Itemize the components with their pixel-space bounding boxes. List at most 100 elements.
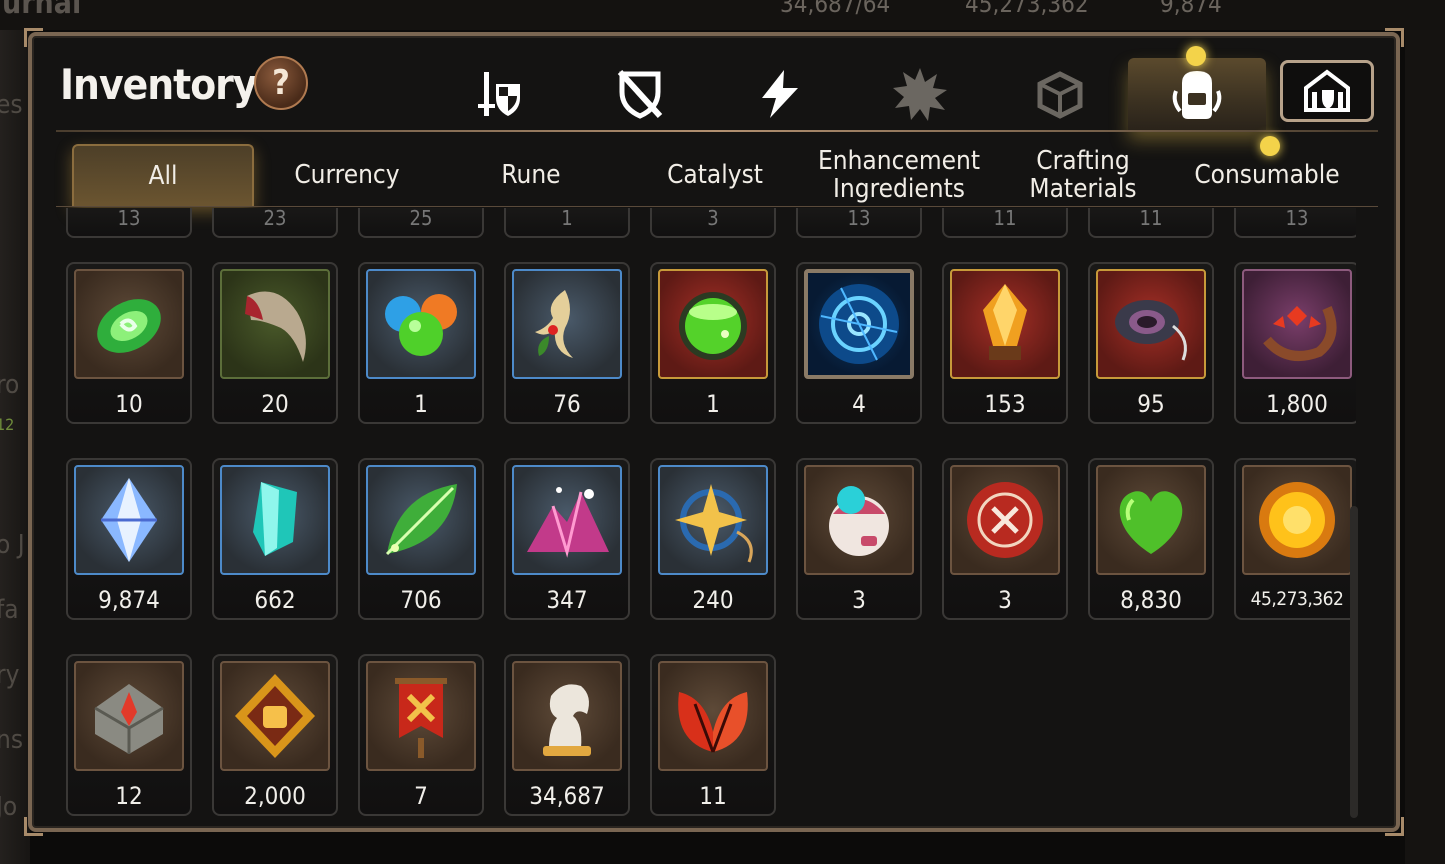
- inventory-slot[interactable]: 1: [650, 262, 776, 424]
- green-eye-gem-icon: [74, 269, 184, 379]
- tab-artifact[interactable]: [884, 58, 956, 130]
- background-title-fragment: urnal: [2, 0, 82, 21]
- background-fragment: fa: [0, 595, 19, 625]
- inventory-slot[interactable]: 95: [1088, 262, 1214, 424]
- item-count: 25: [409, 208, 433, 230]
- splat-icon: [893, 68, 947, 121]
- item-count: 706: [400, 586, 442, 614]
- inventory-slot[interactable]: 1,800: [1234, 262, 1356, 424]
- inventory-slot[interactable]: 10: [66, 262, 192, 424]
- background-fragment: o J: [0, 530, 25, 560]
- inventory-slot[interactable]: 3: [942, 458, 1068, 620]
- help-button[interactable]: ?: [254, 56, 308, 110]
- banner-icon: [366, 661, 476, 771]
- inventory-slot-partial[interactable]: 13: [796, 208, 922, 238]
- claw-icon: [220, 269, 330, 379]
- inventory-slot[interactable]: 662: [212, 458, 338, 620]
- item-count: 4: [852, 390, 866, 418]
- inventory-slot-partial[interactable]: 13: [1234, 208, 1356, 238]
- scrollbar[interactable]: [1350, 506, 1358, 818]
- red-seal-icon: [950, 465, 1060, 575]
- tab-enhancement-ingredients[interactable]: Enhancement Ingredients: [808, 144, 990, 206]
- red-leaves-icon: [658, 661, 768, 771]
- item-count: 10: [115, 390, 143, 418]
- item-count: 3: [998, 586, 1012, 614]
- item-count: 13: [1285, 208, 1309, 230]
- inventory-slot[interactable]: 1: [358, 262, 484, 424]
- tab-bag[interactable]: [1128, 46, 1266, 130]
- inventory-slot[interactable]: 3: [796, 458, 922, 620]
- inventory-slot-partial[interactable]: 13: [66, 208, 192, 238]
- background-fragment: es: [0, 90, 23, 120]
- inventory-slot[interactable]: 76: [504, 262, 630, 424]
- inventory-slot-partial[interactable]: 3: [650, 208, 776, 238]
- inventory-slot[interactable]: 153: [942, 262, 1068, 424]
- tab-label: Enhancement Ingredients: [817, 146, 981, 204]
- tab-rune[interactable]: Rune: [440, 144, 622, 206]
- item-count: 11: [699, 782, 727, 810]
- item-count: 12: [115, 782, 143, 810]
- tab-equipment[interactable]: [464, 58, 536, 130]
- inventory-slot-partial[interactable]: 25: [358, 208, 484, 238]
- inventory-slot[interactable]: 9,874: [66, 458, 192, 620]
- item-count: 1: [414, 390, 428, 418]
- backpack-icon: [1172, 71, 1222, 119]
- item-count: 11: [993, 208, 1017, 230]
- inventory-slot[interactable]: 12: [66, 654, 192, 816]
- background-right-strip: [1405, 30, 1445, 864]
- teal-crystal-icon: [220, 465, 330, 575]
- inventory-slot[interactable]: 11: [650, 654, 776, 816]
- blue-rune-icon: [804, 269, 914, 379]
- item-count: 1: [561, 208, 573, 230]
- inventory-slot[interactable]: 34,687: [504, 654, 630, 816]
- item-count: 13: [117, 208, 141, 230]
- inventory-slot[interactable]: 240: [650, 458, 776, 620]
- crystal-gem-icon: [74, 465, 184, 575]
- tab-label: Crafting Materials: [1029, 146, 1137, 204]
- tab-divider: [56, 206, 1378, 207]
- item-count: 240: [692, 586, 734, 614]
- star-compass-icon: [658, 465, 768, 575]
- inventory-slot[interactable]: 4: [796, 262, 922, 424]
- inventory-slot-partial[interactable]: 1: [504, 208, 630, 238]
- tab-box[interactable]: [1024, 58, 1096, 130]
- green-heart-icon: [1096, 465, 1206, 575]
- leaf-icon: [366, 465, 476, 575]
- inventory-slot[interactable]: 347: [504, 458, 630, 620]
- inventory-slot[interactable]: 20: [212, 262, 338, 424]
- item-count: 7: [414, 782, 428, 810]
- item-count: 11: [1139, 208, 1163, 230]
- tab-unequipped[interactable]: [604, 58, 676, 130]
- inventory-panel: Inventory ? All Currency Rune Catalyst E…: [24, 28, 1404, 836]
- stone-compass-icon: [74, 661, 184, 771]
- tab-storage[interactable]: [1280, 60, 1374, 122]
- inventory-slot[interactable]: 45,273,362: [1234, 458, 1356, 620]
- tab-energy[interactable]: [744, 58, 816, 130]
- inventory-slot-partial[interactable]: 11: [942, 208, 1068, 238]
- item-count: 76: [553, 390, 581, 418]
- background-fragment: 12: [0, 415, 15, 434]
- inventory-slot[interactable]: 706: [358, 458, 484, 620]
- item-grid: 13 23 25 1 3 13 11 11 13 10 20 1 76 1 4 153 95 1,800 9,874…: [56, 208, 1356, 826]
- inventory-slot[interactable]: 7: [358, 654, 484, 816]
- inventory-slot-partial[interactable]: 23: [212, 208, 338, 238]
- panel-corner: [24, 817, 43, 836]
- tab-crafting-materials[interactable]: Crafting Materials: [992, 144, 1174, 206]
- inventory-slot[interactable]: 2,000: [212, 654, 338, 816]
- root-icon: [512, 269, 622, 379]
- inventory-slot[interactable]: 8,830: [1088, 458, 1214, 620]
- item-count: 20: [261, 390, 289, 418]
- red-charm-icon: [1242, 269, 1352, 379]
- background-fragment: ry: [0, 660, 20, 690]
- inventory-slot-partial[interactable]: 11: [1088, 208, 1214, 238]
- item-count: 153: [984, 390, 1026, 418]
- background-resource-1: 34,687/64: [780, 0, 891, 18]
- tab-currency[interactable]: Currency: [256, 144, 438, 206]
- crossed-shield-icon: [617, 69, 663, 119]
- orbs-icon: [366, 269, 476, 379]
- tab-all[interactable]: All: [72, 144, 254, 206]
- house-icon: [1304, 69, 1350, 112]
- tab-catalyst[interactable]: Catalyst: [624, 144, 806, 206]
- game-top-bar: [0, 0, 1445, 30]
- tab-label: Catalyst: [667, 160, 763, 190]
